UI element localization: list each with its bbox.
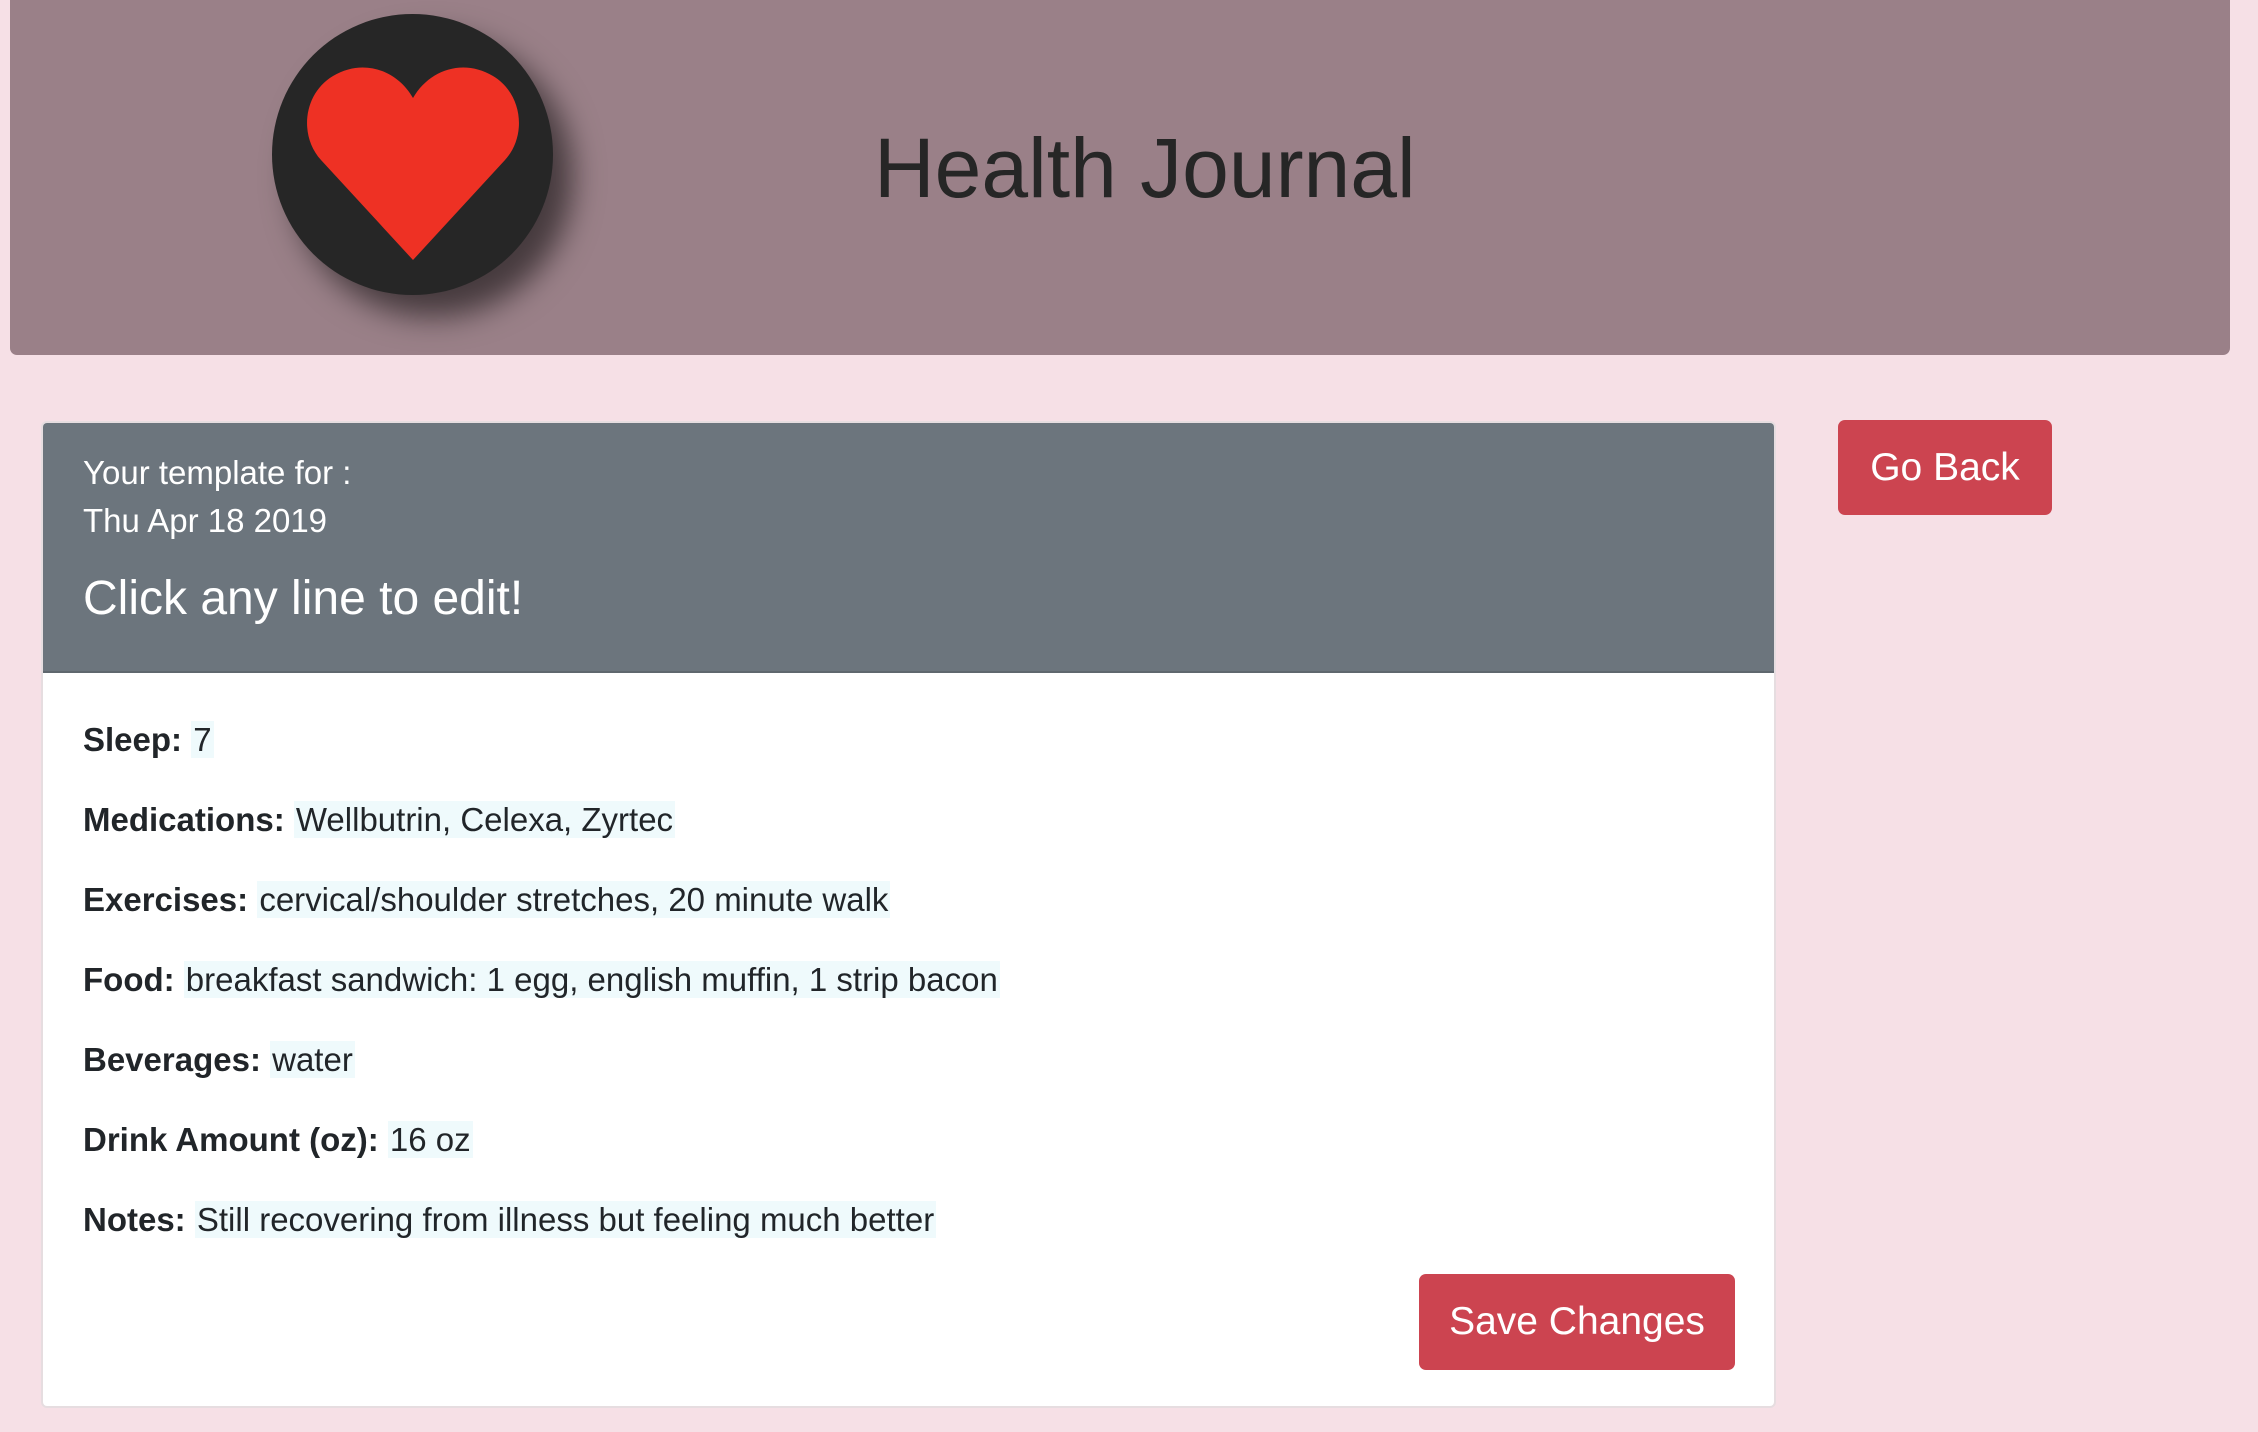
field-label: Notes: xyxy=(83,1201,186,1238)
page-title: Health Journal xyxy=(874,121,1416,215)
field-label: Beverages: xyxy=(83,1041,261,1078)
field-beverages[interactable]: Beverages: water xyxy=(83,1037,355,1083)
field-value[interactable]: water xyxy=(270,1041,355,1078)
edit-hint: Click any line to edit! xyxy=(83,572,524,625)
field-label: Sleep: xyxy=(83,721,183,758)
field-notes[interactable]: Notes: Still recovering from illness but… xyxy=(83,1197,937,1243)
field-label: Drink Amount (oz): xyxy=(83,1121,379,1158)
save-changes-button[interactable]: Save Changes xyxy=(1419,1274,1735,1370)
field-value[interactable]: breakfast sandwich: 1 egg, english muffi… xyxy=(183,961,1000,998)
card-header: Your template for : Thu Apr 18 2019 Clic… xyxy=(43,423,1774,673)
header-banner: Health Journal xyxy=(10,0,2230,355)
field-drink-amount[interactable]: Drink Amount (oz): 16 oz xyxy=(83,1117,473,1163)
heart-icon xyxy=(306,66,519,260)
field-value[interactable]: Wellbutrin, Celexa, Zyrtec xyxy=(293,801,676,838)
field-value[interactable]: Still recovering from illness but feelin… xyxy=(194,1201,937,1238)
field-value[interactable]: cervical/shoulder stretches, 20 minute w… xyxy=(257,881,891,918)
field-label: Food: xyxy=(83,961,175,998)
field-sleep[interactable]: Sleep: 7 xyxy=(83,717,214,763)
field-label: Medications: xyxy=(83,801,285,838)
template-date: Thu Apr 18 2019 xyxy=(83,502,328,539)
field-food[interactable]: Food: breakfast sandwich: 1 egg, english… xyxy=(83,957,1000,1003)
field-exercises[interactable]: Exercises: cervical/shoulder stretches, … xyxy=(83,877,891,923)
template-card: Your template for : Thu Apr 18 2019 Clic… xyxy=(41,421,1776,1408)
logo xyxy=(272,14,553,295)
field-label: Exercises: xyxy=(83,881,249,918)
field-value[interactable]: 7 xyxy=(191,721,214,758)
field-medications[interactable]: Medications: Wellbutrin, Celexa, Zyrtec xyxy=(83,797,676,843)
template-intro-label: Your template for : xyxy=(83,454,352,491)
field-value[interactable]: 16 oz xyxy=(387,1121,473,1158)
go-back-button[interactable]: Go Back xyxy=(1838,420,2052,515)
